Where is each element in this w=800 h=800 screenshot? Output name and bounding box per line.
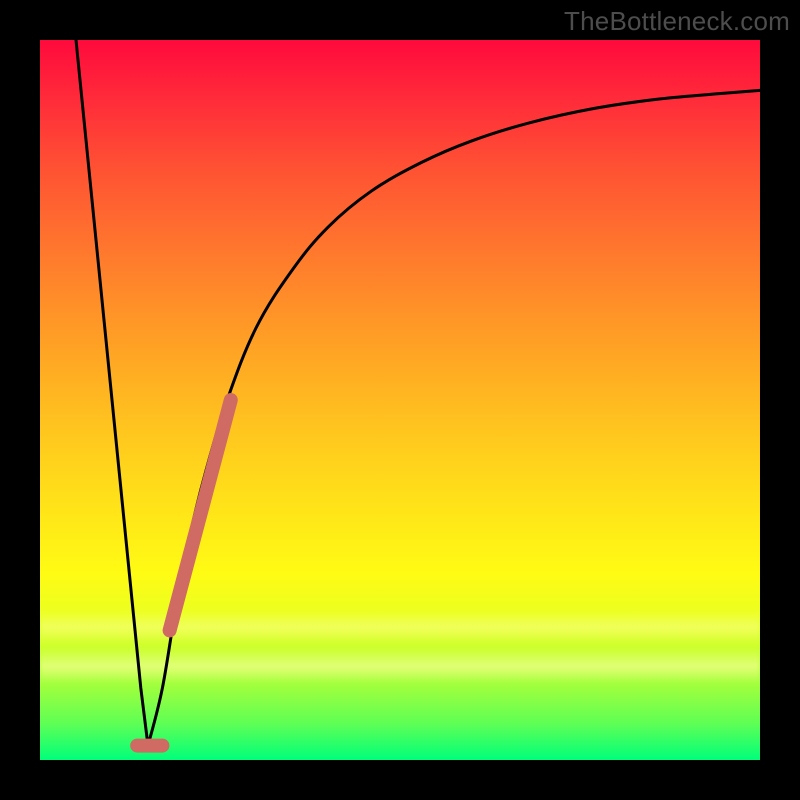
- right-branch-line: [148, 90, 760, 745]
- chart-frame: TheBottleneck.com: [0, 0, 800, 800]
- plot-area: [40, 40, 760, 760]
- chart-svg: [40, 40, 760, 760]
- left-branch-line: [76, 40, 148, 746]
- rising-highlight: [170, 400, 231, 630]
- watermark-text: TheBottleneck.com: [564, 6, 790, 37]
